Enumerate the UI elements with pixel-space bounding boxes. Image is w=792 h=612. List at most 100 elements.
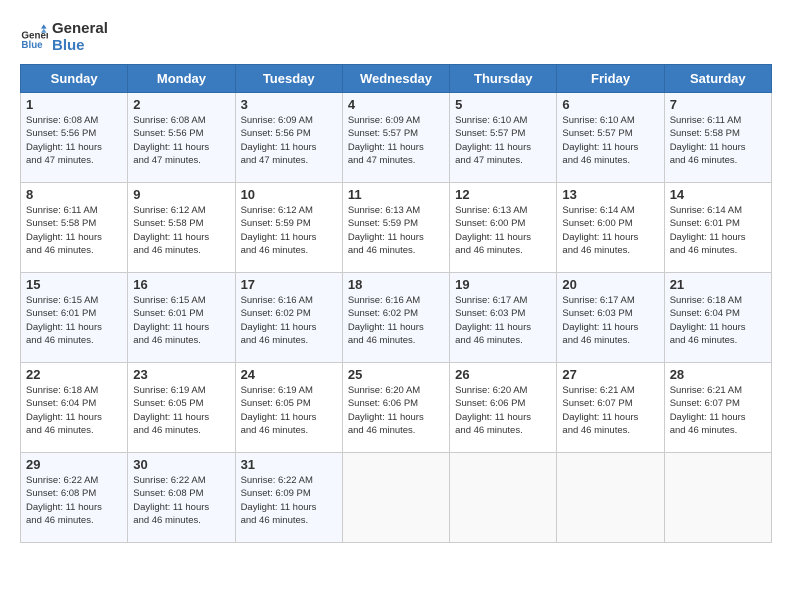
calendar-cell: 5 Sunrise: 6:10 AMSunset: 5:57 PMDaylight… bbox=[450, 93, 557, 183]
cell-content: Sunrise: 6:10 AMSunset: 5:57 PMDaylight:… bbox=[562, 114, 658, 167]
cell-content: Sunrise: 6:19 AMSunset: 6:05 PMDaylight:… bbox=[241, 384, 337, 437]
day-number: 14 bbox=[670, 187, 766, 202]
day-number: 28 bbox=[670, 367, 766, 382]
day-number: 24 bbox=[241, 367, 337, 382]
cell-content: Sunrise: 6:20 AMSunset: 6:06 PMDaylight:… bbox=[455, 384, 551, 437]
cell-content: Sunrise: 6:13 AMSunset: 5:59 PMDaylight:… bbox=[348, 204, 444, 257]
cell-content: Sunrise: 6:12 AMSunset: 5:59 PMDaylight:… bbox=[241, 204, 337, 257]
calendar-cell: 24 Sunrise: 6:19 AMSunset: 6:05 PMDayligh… bbox=[235, 363, 342, 453]
calendar-cell: 19 Sunrise: 6:17 AMSunset: 6:03 PMDayligh… bbox=[450, 273, 557, 363]
calendar-cell: 2 Sunrise: 6:08 AMSunset: 5:56 PMDaylight… bbox=[128, 93, 235, 183]
calendar-cell: 14 Sunrise: 6:14 AMSunset: 6:01 PMDayligh… bbox=[664, 183, 771, 273]
calendar-cell: 29 Sunrise: 6:22 AMSunset: 6:08 PMDayligh… bbox=[21, 453, 128, 543]
calendar-cell: 8 Sunrise: 6:11 AMSunset: 5:58 PMDaylight… bbox=[21, 183, 128, 273]
calendar-week-5: 29 Sunrise: 6:22 AMSunset: 6:08 PMDayligh… bbox=[21, 453, 772, 543]
cell-content: Sunrise: 6:16 AMSunset: 6:02 PMDaylight:… bbox=[348, 294, 444, 347]
calendar-cell: 10Sunrise: 6:12 AMSunset: 5:59 PMDayligh… bbox=[235, 183, 342, 273]
calendar-cell bbox=[557, 453, 664, 543]
logo-icon: General Blue bbox=[20, 23, 48, 51]
calendar-cell: 15 Sunrise: 6:15 AMSunset: 6:01 PMDayligh… bbox=[21, 273, 128, 363]
cell-content: Sunrise: 6:14 AMSunset: 6:00 PMDaylight:… bbox=[562, 204, 658, 257]
cell-content: Sunrise: 6:22 AMSunset: 6:09 PMDaylight:… bbox=[241, 474, 337, 527]
day-number: 4 bbox=[348, 97, 444, 112]
weekday-header-thursday: Thursday bbox=[450, 65, 557, 93]
day-number: 9 bbox=[133, 187, 229, 202]
cell-content: Sunrise: 6:08 AMSunset: 5:56 PMDaylight:… bbox=[26, 114, 122, 167]
day-number: 26 bbox=[455, 367, 551, 382]
day-number: 8 bbox=[26, 187, 122, 202]
calendar-cell: 6 Sunrise: 6:10 AMSunset: 5:57 PMDaylight… bbox=[557, 93, 664, 183]
day-number: 22 bbox=[26, 367, 122, 382]
day-number: 31 bbox=[241, 457, 337, 472]
day-number: 15 bbox=[26, 277, 122, 292]
calendar-week-3: 15 Sunrise: 6:15 AMSunset: 6:01 PMDayligh… bbox=[21, 273, 772, 363]
cell-content: Sunrise: 6:12 AMSunset: 5:58 PMDaylight:… bbox=[133, 204, 229, 257]
svg-text:Blue: Blue bbox=[21, 40, 43, 51]
day-number: 6 bbox=[562, 97, 658, 112]
cell-content: Sunrise: 6:22 AMSunset: 6:08 PMDaylight:… bbox=[26, 474, 122, 527]
cell-content: Sunrise: 6:08 AMSunset: 5:56 PMDaylight:… bbox=[133, 114, 229, 167]
weekday-header-tuesday: Tuesday bbox=[235, 65, 342, 93]
calendar-week-2: 8 Sunrise: 6:11 AMSunset: 5:58 PMDaylight… bbox=[21, 183, 772, 273]
day-number: 2 bbox=[133, 97, 229, 112]
cell-content: Sunrise: 6:18 AMSunset: 6:04 PMDaylight:… bbox=[670, 294, 766, 347]
calendar-cell: 7Sunrise: 6:11 AMSunset: 5:58 PMDaylight… bbox=[664, 93, 771, 183]
calendar-cell: 28Sunrise: 6:21 AMSunset: 6:07 PMDayligh… bbox=[664, 363, 771, 453]
cell-content: Sunrise: 6:15 AMSunset: 6:01 PMDaylight:… bbox=[26, 294, 122, 347]
calendar-cell bbox=[664, 453, 771, 543]
cell-content: Sunrise: 6:18 AMSunset: 6:04 PMDaylight:… bbox=[26, 384, 122, 437]
calendar-cell: 27Sunrise: 6:21 AMSunset: 6:07 PMDayligh… bbox=[557, 363, 664, 453]
cell-content: Sunrise: 6:10 AMSunset: 5:57 PMDaylight:… bbox=[455, 114, 551, 167]
day-number: 29 bbox=[26, 457, 122, 472]
calendar-cell: 26 Sunrise: 6:20 AMSunset: 6:06 PMDayligh… bbox=[450, 363, 557, 453]
calendar-cell: 13 Sunrise: 6:14 AMSunset: 6:00 PMDayligh… bbox=[557, 183, 664, 273]
weekday-header-sunday: Sunday bbox=[21, 65, 128, 93]
calendar-header: SundayMondayTuesdayWednesdayThursdayFrid… bbox=[21, 65, 772, 93]
calendar-cell: 3Sunrise: 6:09 AMSunset: 5:56 PMDaylight… bbox=[235, 93, 342, 183]
calendar-cell: 9 Sunrise: 6:12 AMSunset: 5:58 PMDaylight… bbox=[128, 183, 235, 273]
calendar-cell: 30Sunrise: 6:22 AMSunset: 6:08 PMDayligh… bbox=[128, 453, 235, 543]
cell-content: Sunrise: 6:17 AMSunset: 6:03 PMDaylight:… bbox=[562, 294, 658, 347]
calendar-cell: 17Sunrise: 6:16 AMSunset: 6:02 PMDayligh… bbox=[235, 273, 342, 363]
weekday-header-monday: Monday bbox=[128, 65, 235, 93]
day-number: 16 bbox=[133, 277, 229, 292]
calendar-cell: 12 Sunrise: 6:13 AMSunset: 6:00 PMDayligh… bbox=[450, 183, 557, 273]
day-number: 25 bbox=[348, 367, 444, 382]
day-number: 21 bbox=[670, 277, 766, 292]
calendar-cell: 4 Sunrise: 6:09 AMSunset: 5:57 PMDaylight… bbox=[342, 93, 449, 183]
cell-content: Sunrise: 6:22 AMSunset: 6:08 PMDaylight:… bbox=[133, 474, 229, 527]
calendar-table: SundayMondayTuesdayWednesdayThursdayFrid… bbox=[20, 64, 772, 543]
cell-content: Sunrise: 6:13 AMSunset: 6:00 PMDaylight:… bbox=[455, 204, 551, 257]
day-number: 5 bbox=[455, 97, 551, 112]
cell-content: Sunrise: 6:19 AMSunset: 6:05 PMDaylight:… bbox=[133, 384, 229, 437]
day-number: 17 bbox=[241, 277, 337, 292]
calendar-cell: 23 Sunrise: 6:19 AMSunset: 6:05 PMDayligh… bbox=[128, 363, 235, 453]
page-header: General Blue General Blue bbox=[20, 20, 772, 54]
calendar-week-4: 22 Sunrise: 6:18 AMSunset: 6:04 PMDayligh… bbox=[21, 363, 772, 453]
cell-content: Sunrise: 6:14 AMSunset: 6:01 PMDaylight:… bbox=[670, 204, 766, 257]
calendar-cell: 11 Sunrise: 6:13 AMSunset: 5:59 PMDayligh… bbox=[342, 183, 449, 273]
calendar-cell: 1 Sunrise: 6:08 AMSunset: 5:56 PMDaylight… bbox=[21, 93, 128, 183]
cell-content: Sunrise: 6:09 AMSunset: 5:57 PMDaylight:… bbox=[348, 114, 444, 167]
day-number: 12 bbox=[455, 187, 551, 202]
cell-content: Sunrise: 6:11 AMSunset: 5:58 PMDaylight:… bbox=[26, 204, 122, 257]
cell-content: Sunrise: 6:21 AMSunset: 6:07 PMDaylight:… bbox=[562, 384, 658, 437]
day-number: 11 bbox=[348, 187, 444, 202]
cell-content: Sunrise: 6:11 AMSunset: 5:58 PMDaylight:… bbox=[670, 114, 766, 167]
day-number: 13 bbox=[562, 187, 658, 202]
day-number: 23 bbox=[133, 367, 229, 382]
cell-content: Sunrise: 6:20 AMSunset: 6:06 PMDaylight:… bbox=[348, 384, 444, 437]
calendar-cell: 22 Sunrise: 6:18 AMSunset: 6:04 PMDayligh… bbox=[21, 363, 128, 453]
calendar-cell: 18Sunrise: 6:16 AMSunset: 6:02 PMDayligh… bbox=[342, 273, 449, 363]
calendar-week-1: 1 Sunrise: 6:08 AMSunset: 5:56 PMDaylight… bbox=[21, 93, 772, 183]
weekday-header-wednesday: Wednesday bbox=[342, 65, 449, 93]
day-number: 19 bbox=[455, 277, 551, 292]
calendar-cell: 20Sunrise: 6:17 AMSunset: 6:03 PMDayligh… bbox=[557, 273, 664, 363]
cell-content: Sunrise: 6:17 AMSunset: 6:03 PMDaylight:… bbox=[455, 294, 551, 347]
logo-blue: Blue bbox=[52, 37, 108, 54]
calendar-body: 1 Sunrise: 6:08 AMSunset: 5:56 PMDaylight… bbox=[21, 93, 772, 543]
logo-general: General bbox=[52, 20, 108, 37]
day-number: 1 bbox=[26, 97, 122, 112]
calendar-cell: 21 Sunrise: 6:18 AMSunset: 6:04 PMDayligh… bbox=[664, 273, 771, 363]
calendar-cell bbox=[450, 453, 557, 543]
